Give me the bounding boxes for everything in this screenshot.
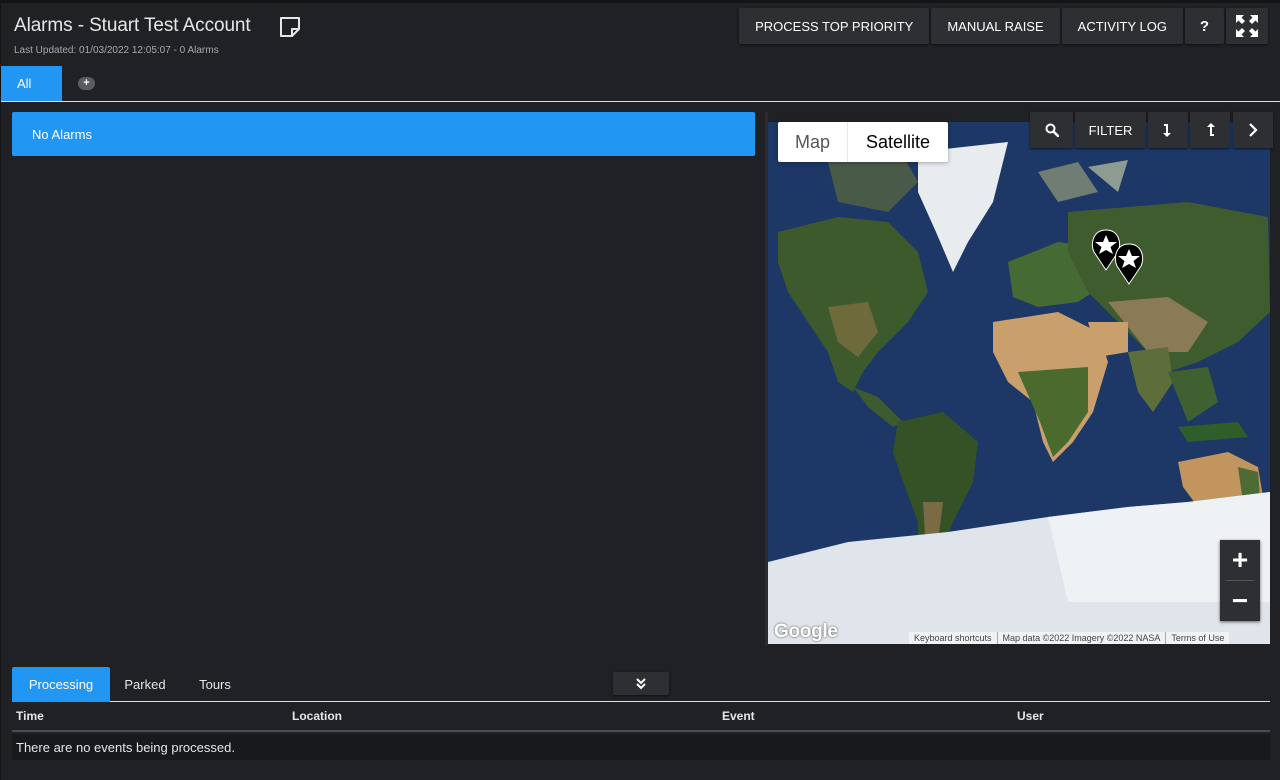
column-event[interactable]: Event [722,709,755,723]
google-logo: Google [774,621,838,642]
double-chevron-down-icon [636,677,646,689]
chevron-right-icon [1249,123,1258,137]
note-icon[interactable] [278,15,302,39]
tab-parked[interactable]: Parked [110,667,180,702]
map-type-satellite-button[interactable]: Satellite [848,122,948,162]
map-search-button[interactable] [1030,112,1073,148]
column-location[interactable]: Location [292,709,342,723]
tab-tours[interactable]: Tours [182,667,248,702]
process-top-priority-button[interactable]: PROCESS TOP PRIORITY [739,8,930,44]
fullscreen-icon [1236,15,1258,37]
sort-descending-button[interactable] [1148,112,1188,148]
app-window: Alarms - Stuart Test Account Last Update… [0,0,1280,780]
manual-raise-button[interactable]: MANUAL RAISE [931,8,1060,44]
zoom-in-button[interactable]: + [1220,540,1260,580]
alarm-tabs: All + [1,66,1280,102]
no-alarms-banner: No Alarms [12,112,755,156]
search-icon [1045,123,1059,137]
map-toolbar: FILTER [1030,112,1273,148]
column-user[interactable]: User [1017,709,1044,723]
help-button[interactable]: ? [1185,8,1224,44]
map-data-text: Map data ©2022 Imagery ©2022 NASA [998,632,1167,644]
sort-ascending-button[interactable] [1190,112,1230,148]
events-table-header: Time Location Event User [12,703,1270,732]
tab-all[interactable]: All [1,66,62,101]
last-updated-text: Last Updated: 01/03/2022 12:05:07 - 0 Al… [14,45,219,56]
fullscreen-button[interactable] [1226,8,1268,44]
sort-down-icon [1163,124,1171,137]
map-next-button[interactable] [1233,112,1273,148]
map-type-map-button[interactable]: Map [778,122,848,162]
terms-of-use-link[interactable]: Terms of Use [1166,632,1229,644]
zoom-out-button[interactable]: − [1220,581,1260,621]
map-type-control: Map Satellite [778,122,948,162]
satellite-imagery [768,122,1270,644]
keyboard-shortcuts-link[interactable]: Keyboard shortcuts [909,632,998,644]
map-attribution: Keyboard shortcuts Map data ©2022 Imager… [909,632,1230,644]
map-zoom-control: + − [1220,540,1260,621]
add-tab-button[interactable]: + [78,77,95,90]
collapse-panel-button[interactable] [613,672,669,695]
page-title: Alarms - Stuart Test Account [14,15,251,36]
activity-log-button[interactable]: ACTIVITY LOG [1061,8,1183,44]
sort-up-icon [1207,123,1215,136]
column-time[interactable]: Time [16,709,44,723]
tab-processing[interactable]: Processing [12,667,110,702]
empty-events-message: There are no events being processed. [12,734,1270,760]
header-toolbar: PROCESS TOP PRIORITY MANUAL RAISE ACTIVI… [739,8,1268,46]
map-view[interactable] [768,122,1270,644]
map-filter-button[interactable]: FILTER [1075,112,1146,148]
